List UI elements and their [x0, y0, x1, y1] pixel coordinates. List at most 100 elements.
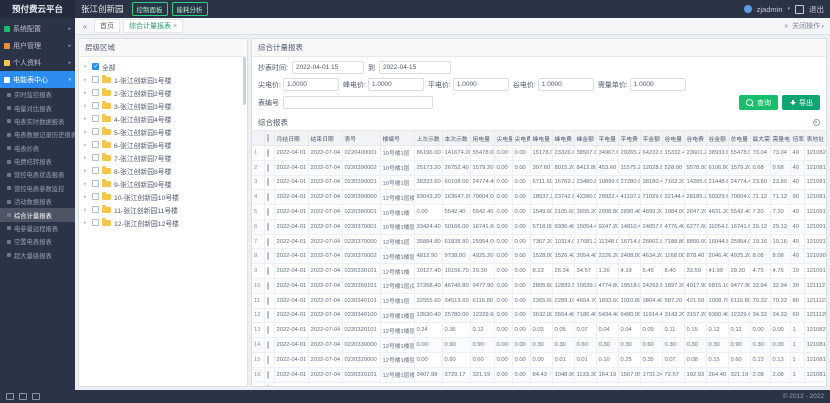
checkbox[interactable]	[267, 149, 269, 157]
table-row[interactable]: 162022-04-012022-07-04022031010112号楼1层楼3…	[252, 367, 826, 382]
user-icon[interactable]	[32, 393, 40, 400]
expander-icon[interactable]: ▸	[84, 103, 89, 109]
energy-analysis-button[interactable]: 能耗分析	[172, 2, 208, 16]
checkbox[interactable]	[92, 154, 99, 161]
checkbox[interactable]	[267, 326, 269, 334]
checkbox[interactable]	[267, 193, 269, 201]
tree-item[interactable]: ▸10-张江创新园10号楼	[84, 190, 242, 203]
checkbox[interactable]	[267, 267, 269, 275]
checkbox[interactable]	[267, 238, 269, 246]
price-input[interactable]	[538, 78, 594, 91]
tree-item[interactable]: ▸4-张江创新园4号楼	[84, 112, 242, 125]
table-row[interactable]: 52022-04-012022-07-04022038000110号楼1楼0.0…	[252, 205, 826, 220]
date-from-input[interactable]	[292, 61, 364, 74]
tree-item[interactable]: ▸12-张江创新园12号楼	[84, 216, 242, 229]
table-row[interactable]: 132022-04-012022-07-04022032010112号楼1楼层0…	[252, 323, 826, 338]
checkbox[interactable]	[267, 385, 269, 386]
expander-icon[interactable]: ▸	[84, 142, 89, 148]
checkbox[interactable]	[267, 208, 269, 216]
tree-item[interactable]: ▸11-张江创新园11号楼	[84, 203, 242, 216]
search-button[interactable]: 查询	[739, 95, 778, 110]
gear-icon[interactable]	[813, 119, 820, 126]
mobile-icon[interactable]	[19, 393, 27, 400]
table-row[interactable]: 22022-04-012022-07-04022039000210号楼1层251…	[252, 160, 826, 175]
table-row[interactable]: 122022-04-012022-07-04022034010012号楼1楼层1…	[252, 308, 826, 323]
tab-home[interactable]: 首页	[94, 19, 120, 33]
scrollbar[interactable]	[243, 57, 246, 105]
expander-icon[interactable]: ▾	[84, 64, 89, 70]
table-row[interactable]: 32022-04-012022-07-04022039000110号楼1层383…	[252, 175, 826, 190]
table-row[interactable]: 82022-04-012022-07-04022037000212号楼1楼层48…	[252, 249, 826, 264]
sidebar-subitem[interactable]: 电费结转报表	[0, 155, 75, 168]
sidebar-subitem[interactable]: 营控电表状态报表	[0, 168, 75, 181]
table-row[interactable]: 62022-04-012022-07-04022037000110号楼1楼层33…	[252, 219, 826, 234]
fullscreen-icon[interactable]	[795, 5, 804, 14]
table-scroll-area[interactable]: 月结日期结束日期表号楼编号上次示数本次示数用电量尖电量尖电费峰电量峰电费峰金额平…	[252, 130, 826, 386]
sidebar-subitem[interactable]: 电表数据记录历史报表	[0, 128, 75, 141]
sidebar-subitem[interactable]: 实时监控报表	[0, 88, 75, 101]
sidebar-subitem[interactable]: 电量对比报表	[0, 101, 75, 114]
checkbox[interactable]	[267, 164, 269, 172]
checkbox[interactable]	[267, 178, 269, 186]
checkbox[interactable]	[267, 371, 269, 379]
expander-icon[interactable]: ▸	[84, 181, 89, 187]
checkbox[interactable]	[92, 63, 99, 70]
monitor-icon[interactable]	[6, 393, 14, 400]
checkbox[interactable]	[267, 282, 269, 290]
expander-icon[interactable]: ▸	[84, 129, 89, 135]
control-panel-button[interactable]: 控制面板	[132, 2, 168, 16]
checkbox[interactable]	[267, 341, 269, 349]
export-button[interactable]: 导出	[782, 95, 820, 110]
expander-icon[interactable]: ▸	[84, 207, 89, 213]
sidebar-subitem[interactable]: 电表实时数据报表	[0, 115, 75, 128]
table-row[interactable]: 72022-04-012022-07-04022037000012号楼1层358…	[252, 234, 826, 249]
sidebar-subitem[interactable]: 活动数据报表	[0, 195, 75, 208]
sidebar-item-system-config[interactable]: 系统配置▸	[0, 20, 75, 37]
meter-number-input[interactable]	[283, 96, 433, 109]
expander-icon[interactable]: ▸	[84, 168, 89, 174]
tree-item[interactable]: ▸1-张江创新园1号楼	[84, 73, 242, 86]
tree-item[interactable]: ▸2-张江创新园2号楼	[84, 86, 242, 99]
tab-report[interactable]: 综合计量报表×	[123, 19, 183, 33]
checkbox[interactable]	[92, 115, 99, 122]
checkbox[interactable]	[267, 223, 269, 231]
sidebar-item-meter-center[interactable]: 电能表中心▾	[0, 71, 75, 88]
checkbox[interactable]	[92, 76, 99, 83]
expander-icon[interactable]: ▸	[84, 90, 89, 96]
expander-icon[interactable]: ▸	[84, 77, 89, 83]
checkbox[interactable]	[92, 128, 99, 135]
checkbox[interactable]	[92, 89, 99, 96]
table-row[interactable]: 12022-04-012022-07-04022040000110号楼1层861…	[252, 146, 826, 161]
tree-item[interactable]: ▸7-张江创新园7号楼	[84, 151, 242, 164]
checkbox[interactable]	[92, 219, 99, 226]
tree-item[interactable]: ▸8-张江创新园8号楼	[84, 164, 242, 177]
tree-root[interactable]: ▾ 全部	[84, 60, 242, 73]
table-row[interactable]: 112022-04-012022-07-04022034010112号楼1层32…	[252, 293, 826, 308]
logout-button[interactable]: 退出	[809, 4, 824, 15]
expander-icon[interactable]: ▸	[84, 116, 89, 122]
close-icon[interactable]: ×	[173, 23, 177, 30]
sidebar-subitem[interactable]: 空置电表报表	[0, 235, 75, 248]
table-row[interactable]: 142022-04-012022-07-04022033000012号楼1楼层0…	[252, 338, 826, 353]
tree-item[interactable]: ▸5-张江创新园5号楼	[84, 125, 242, 138]
date-to-input[interactable]	[379, 61, 451, 74]
checkbox[interactable]	[92, 167, 99, 174]
price-input[interactable]	[630, 78, 686, 91]
checkbox[interactable]	[92, 193, 99, 200]
checkbox[interactable]	[267, 297, 269, 305]
sidebar-collapse-button[interactable]: «	[79, 22, 91, 31]
expander-icon[interactable]: ▸	[84, 194, 89, 200]
sidebar-subitem[interactable]: 综合计量报表	[0, 208, 75, 221]
price-input[interactable]	[453, 78, 509, 91]
avatar[interactable]	[744, 5, 752, 13]
checkbox[interactable]	[267, 252, 269, 260]
tree-item[interactable]: ▸3-张江创新园3号楼	[84, 99, 242, 112]
checkbox[interactable]	[92, 141, 99, 148]
table-row[interactable]: 92022-04-012022-07-04022033010112号楼1楼101…	[252, 264, 826, 279]
sidebar-item-profile[interactable]: 个人资料▸	[0, 54, 75, 71]
table-row[interactable]: 42022-04-012022-07-04022039000012号楼1层楼93…	[252, 190, 826, 205]
sidebar-subitem[interactable]: 电参量远程报表	[0, 222, 75, 235]
price-input[interactable]	[368, 78, 424, 91]
tree-item[interactable]: ▸9-张江创新园9号楼	[84, 177, 242, 190]
close-operations-dropdown[interactable]: 关闭操作 ▾	[792, 21, 824, 31]
